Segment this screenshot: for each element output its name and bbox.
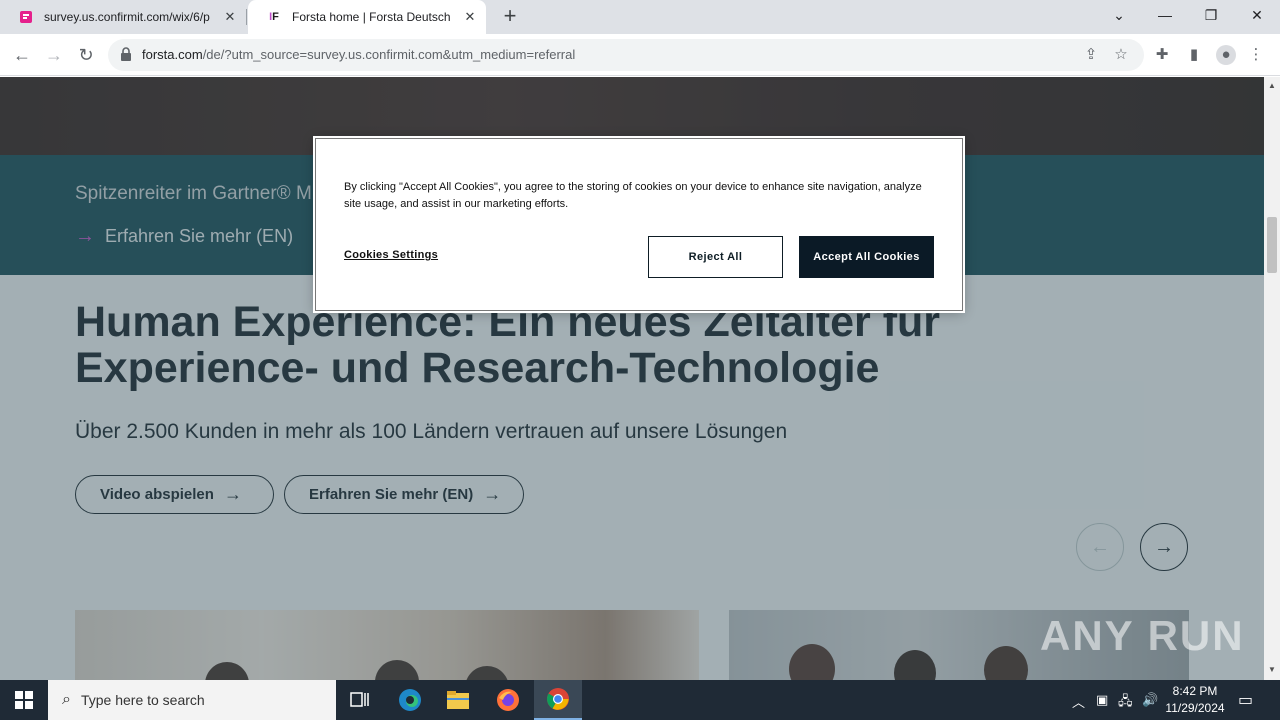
side-panel-icon[interactable]: ▮ (1184, 45, 1204, 65)
tab-title: Forsta home | Forsta Deutsch (292, 10, 451, 24)
notifications-icon[interactable]: ▭ (1238, 690, 1253, 710)
accept-all-cookies-button[interactable]: Accept All Cookies (799, 236, 934, 278)
menu-kebab-icon[interactable]: ⋮ (1246, 45, 1266, 65)
windows-start-icon[interactable] (0, 680, 48, 720)
page-scrollbar[interactable]: ▲ ▼ (1264, 77, 1280, 680)
browser-tab-survey[interactable]: survey.us.confirmit.com/wix/6/p ✕ (0, 0, 246, 34)
file-explorer-icon[interactable] (434, 680, 482, 720)
new-tab-icon[interactable]: + (500, 5, 520, 27)
reject-all-button[interactable]: Reject All (648, 236, 783, 278)
url-host: forsta.com (142, 47, 203, 62)
scroll-thumb[interactable] (1267, 217, 1277, 273)
extensions-icon[interactable]: ✚ (1152, 45, 1172, 65)
clock-time: 8:42 PM (1172, 684, 1218, 698)
clock-date: 11/29/2024 (1165, 701, 1225, 715)
bookmark-star-icon[interactable]: ☆ (1112, 46, 1130, 64)
chrome-icon[interactable] (534, 680, 582, 720)
reload-icon[interactable]: ↻ (74, 43, 98, 67)
close-window-icon[interactable]: ✕ (1234, 0, 1280, 30)
cookie-consent-dialog: By clicking "Accept All Cookies", you ag… (315, 138, 963, 311)
search-placeholder: Type here to search (80, 692, 205, 708)
profile-avatar-icon[interactable]: ● (1216, 45, 1236, 65)
minimize-icon[interactable]: — (1142, 0, 1188, 30)
taskbar-search-box[interactable]: ⌕ Type here to search (48, 680, 336, 720)
share-icon[interactable]: ⇪ (1082, 46, 1100, 64)
windows-taskbar: ⌕ Type here to search ︿ ▣ 🖧 🔊 8:42 PM 11… (0, 680, 1280, 720)
lock-icon (120, 47, 136, 63)
cookie-consent-text: By clicking "Accept All Cookies", you ag… (344, 181, 922, 210)
url-path: /de/?utm_source=survey.us.confirmit.com&… (202, 47, 576, 62)
browser-tab-forsta[interactable]: IF Forsta home | Forsta Deutsch ✕ (248, 0, 486, 34)
anyrun-watermark: ANY RUN (1040, 612, 1245, 659)
close-tab-icon[interactable]: ✕ (462, 9, 478, 25)
url-text: forsta.com/de/?utm_source=survey.us.conf… (142, 47, 575, 62)
confirmit-favicon-icon (18, 9, 34, 25)
forward-icon[interactable]: → (42, 43, 66, 67)
cookie-settings-link[interactable]: Cookies Settings (344, 249, 438, 261)
taskbar-clock[interactable]: 8:42 PM 11/29/2024 (1160, 683, 1230, 717)
firefox-icon[interactable] (484, 680, 532, 720)
tab-search-icon[interactable]: ⌄ (1096, 0, 1142, 30)
scroll-down-icon[interactable]: ▼ (1268, 665, 1276, 674)
tab-divider (246, 9, 247, 25)
edge-browser-icon[interactable] (386, 680, 434, 720)
show-hidden-icons-icon[interactable]: ︿ (1072, 692, 1085, 711)
volume-icon[interactable]: 🔊 (1142, 692, 1158, 708)
browser-tab-strip: survey.us.confirmit.com/wix/6/p ✕ IF For… (0, 0, 1280, 34)
network-icon[interactable]: 🖧 (1118, 692, 1133, 714)
scroll-up-icon[interactable]: ▲ (1268, 81, 1276, 90)
close-tab-icon[interactable]: ✕ (222, 9, 238, 25)
address-bar[interactable]: forsta.com/de/?utm_source=survey.us.conf… (108, 39, 1144, 71)
device-icon[interactable]: ▣ (1096, 692, 1108, 708)
restore-icon[interactable]: ❐ (1188, 0, 1234, 30)
tab-title: survey.us.confirmit.com/wix/6/p (44, 10, 210, 24)
task-view-icon[interactable] (336, 680, 384, 720)
back-icon[interactable]: ← (10, 43, 34, 67)
browser-toolbar: ← → ↻ forsta.com/de/?utm_source=survey.u… (0, 34, 1280, 76)
search-icon: ⌕ (62, 691, 71, 708)
forsta-favicon-icon: IF (269, 11, 279, 23)
